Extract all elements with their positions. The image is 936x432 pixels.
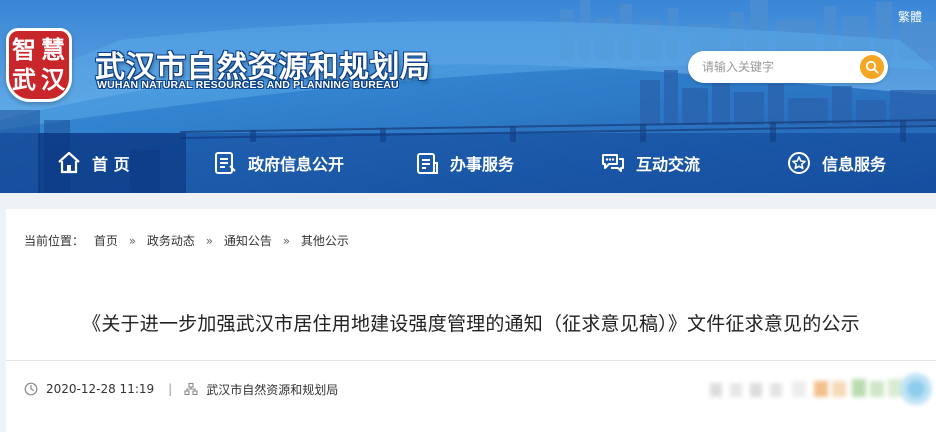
search-input[interactable]	[702, 57, 852, 77]
logo-char: 智	[12, 35, 36, 64]
logo-char: 汉	[41, 65, 65, 94]
article-panel: 当前位置： 首页 » 政务动态 » 通知公告 » 其他公示 《关于进一步加强武汉…	[6, 209, 936, 432]
breadcrumb-prefix: 当前位置：	[24, 234, 85, 248]
title-divider	[6, 360, 936, 361]
breadcrumb-separator: »	[205, 234, 214, 248]
article-source: 武汉市自然资源和规划局	[206, 382, 339, 397]
main-nav: 首 页 政府信息公开 办事服务 互动交流 信息服务	[0, 133, 936, 193]
share-icons-blurred[interactable]	[706, 367, 934, 413]
breadcrumb-item-other-publicity[interactable]: 其他公示	[301, 232, 349, 249]
clock-icon	[24, 382, 38, 396]
breadcrumb-item-notices[interactable]: 通知公告	[224, 232, 272, 249]
site-header: 繁體 智 慧 武 汉 武汉市自然资源和规划局 WUHAN NATURAL RES…	[0, 0, 936, 193]
search-button[interactable]	[860, 55, 884, 79]
site-logo[interactable]: 智 慧 武 汉	[6, 28, 72, 102]
traditional-chinese-link[interactable]: 繁體	[898, 8, 922, 25]
nav-item-home[interactable]: 首 页	[38, 133, 186, 193]
nav-item-label: 信息服务	[822, 155, 887, 174]
nav-item-label: 首 页	[92, 155, 130, 174]
breadcrumb-separator: »	[128, 234, 137, 248]
meta-separator: |	[168, 382, 173, 396]
organization-icon	[184, 382, 198, 396]
logo-char: 武	[12, 65, 36, 94]
breadcrumb-item-home[interactable]: 首页	[94, 232, 118, 249]
star-icon	[788, 152, 810, 174]
nav-item-label: 办事服务	[450, 155, 515, 174]
nav-item-interaction[interactable]: 互动交流	[600, 133, 700, 193]
nav-item-label: 互动交流	[636, 155, 701, 174]
chat-icon	[602, 154, 624, 172]
breadcrumb: 当前位置： 首页 » 政务动态 » 通知公告 » 其他公示	[24, 232, 349, 249]
article-meta: 2020-12-28 11:19 | 武汉市自然资源和规划局	[24, 380, 338, 398]
nav-item-info-services[interactable]: 信息服务	[786, 133, 886, 193]
document-icon	[215, 152, 236, 174]
site-subtitle: WUHAN NATURAL RESOURCES AND PLANNING BUR…	[97, 79, 399, 91]
search-box	[688, 51, 888, 83]
breadcrumb-separator: »	[282, 234, 291, 248]
article-title: 《关于进一步加强武汉市居住用地建设强度管理的通知（征求意见稿）》文件征求意见的公…	[82, 313, 860, 335]
nav-item-label: 政府信息公开	[248, 155, 345, 174]
publish-date: 2020-12-28 11:19	[46, 382, 155, 396]
home-icon	[58, 151, 80, 174]
search-icon	[865, 60, 879, 74]
breadcrumb-item-news[interactable]: 政务动态	[147, 232, 195, 249]
logo-char: 慧	[41, 35, 65, 64]
clipboard-icon	[417, 153, 438, 174]
nav-item-services[interactable]: 办事服务	[414, 133, 514, 193]
nav-item-gov-info[interactable]: 政府信息公开	[212, 133, 344, 193]
